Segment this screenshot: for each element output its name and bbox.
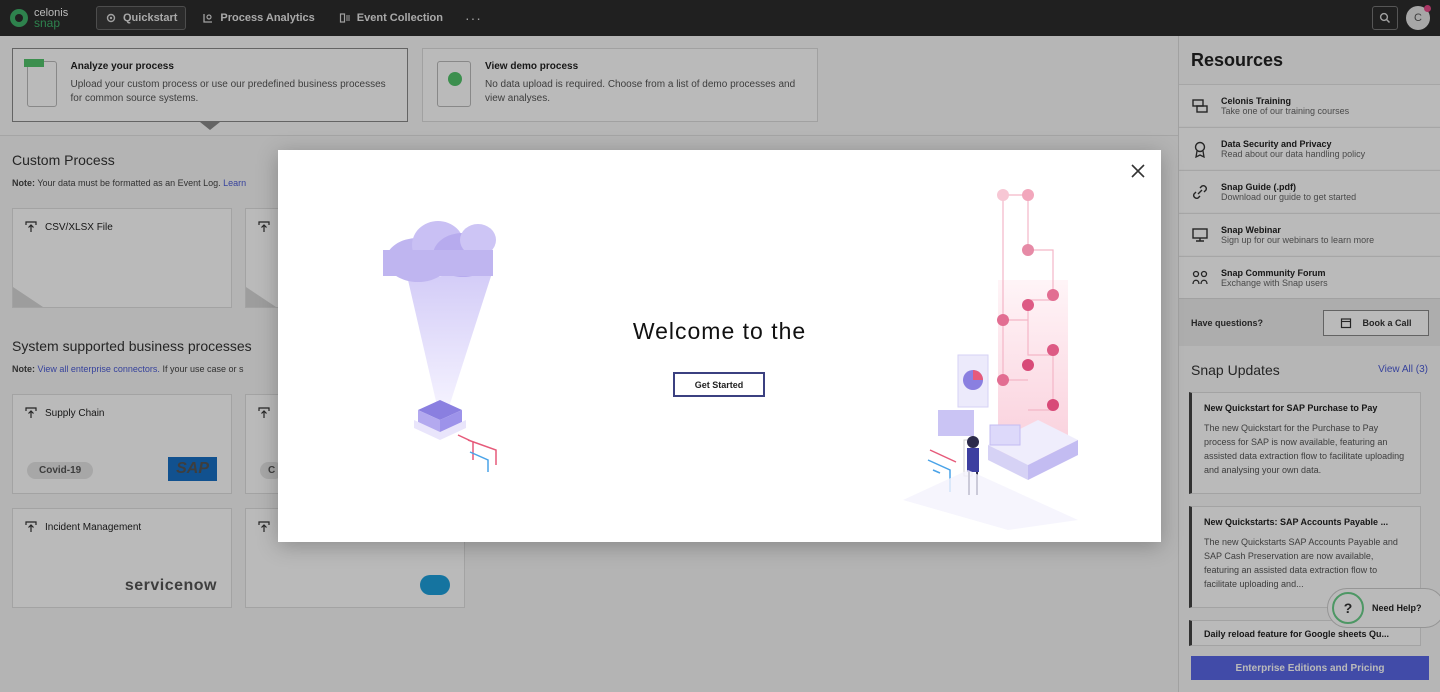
close-icon bbox=[1131, 164, 1145, 178]
process-network-illustration bbox=[903, 189, 1078, 530]
close-button[interactable] bbox=[1127, 160, 1149, 182]
cloud-upload-illustration bbox=[383, 221, 497, 472]
get-started-button[interactable]: Get Started bbox=[673, 372, 765, 397]
welcome-modal: Welcome to the Get Started bbox=[278, 150, 1161, 542]
